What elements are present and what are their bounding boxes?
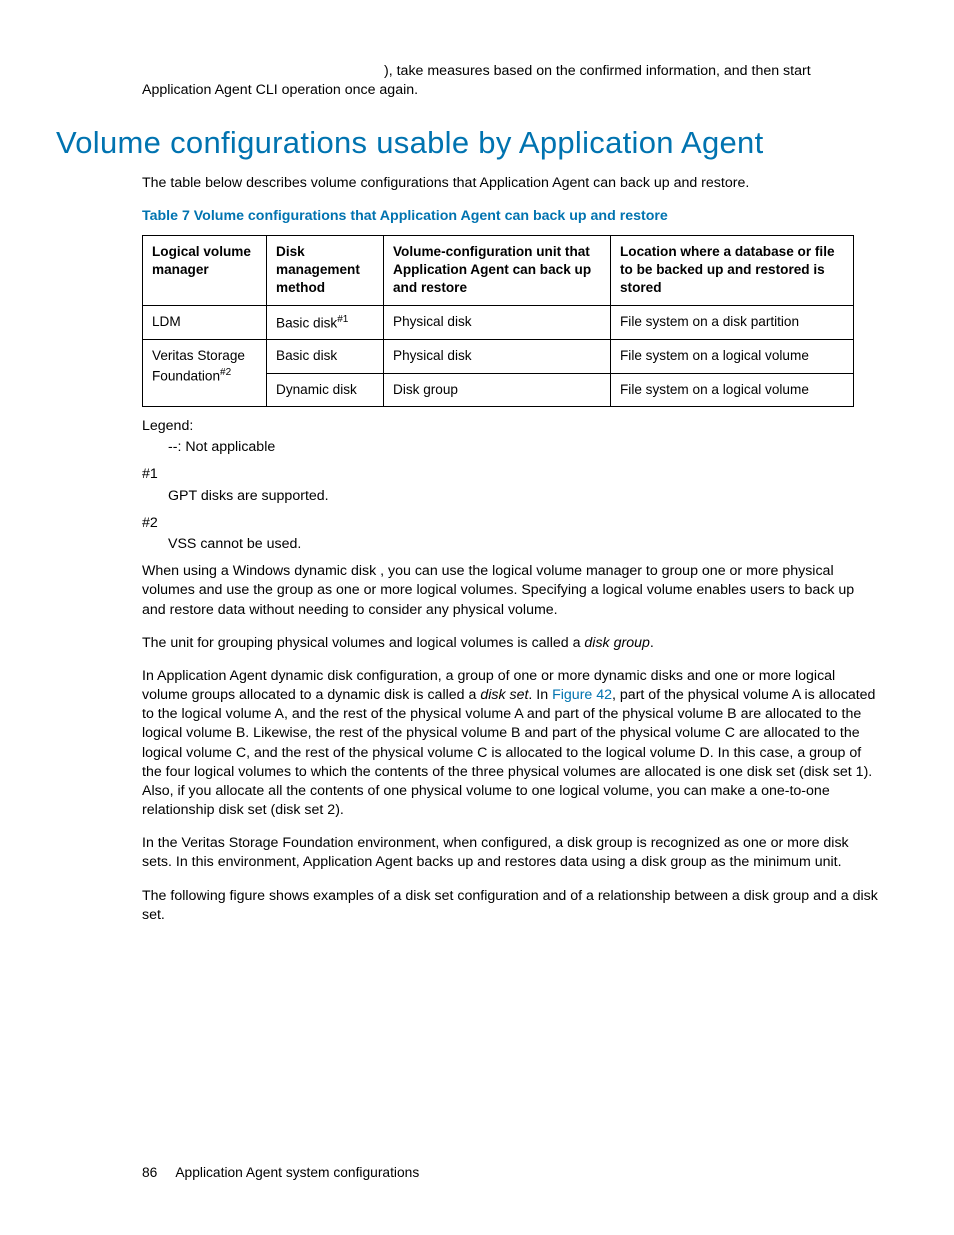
page-footer: 86 Application Agent system configuration… <box>142 1164 419 1183</box>
text: . <box>650 635 654 651</box>
emphasis: disk set <box>480 687 528 703</box>
paragraph: In the Veritas Storage Foundation enviro… <box>142 834 878 872</box>
figure-link[interactable]: Figure 42 <box>552 687 612 703</box>
cell: Physical disk <box>384 305 611 340</box>
cell: File system on a logical volume <box>611 373 854 406</box>
section-heading: Volume configurations usable by Applicat… <box>56 122 898 164</box>
table-row: Veritas Storage Foundation#2 Basic disk … <box>143 340 854 373</box>
table-caption: Table 7 Volume configurations that Appli… <box>142 207 878 226</box>
intro-text: ), take measures based on the confirmed … <box>142 62 878 100</box>
emphasis: disk group <box>584 635 649 651</box>
cell: File system on a disk partition <box>611 305 854 340</box>
footer-title: Application Agent system configurations <box>175 1165 419 1180</box>
col-header: Disk management method <box>267 235 384 305</box>
paragraph: When using a Windows dynamic disk , you … <box>142 562 878 620</box>
cell: Basic disk <box>267 340 384 373</box>
section-body: The table below describes volume configu… <box>142 174 878 925</box>
table-row: LDM Basic disk#1 Physical disk File syst… <box>143 305 854 340</box>
volume-config-table: Logical volume manager Disk management m… <box>142 235 854 408</box>
col-header: Volume-configuration unit that Applicati… <box>384 235 611 305</box>
cell: LDM <box>143 305 267 340</box>
cell: Physical disk <box>384 340 611 373</box>
cell: Dynamic disk <box>267 373 384 406</box>
cell: Basic disk#1 <box>267 305 384 340</box>
footnote-2-body: VSS cannot be used. <box>168 535 878 554</box>
intro-fragment: ), take measures based on the confirmed … <box>142 62 878 100</box>
superscript: #2 <box>220 367 231 378</box>
cell: Disk group <box>384 373 611 406</box>
paragraph: The following figure shows examples of a… <box>142 887 878 925</box>
col-header: Location where a database or file to be … <box>611 235 854 305</box>
lead-paragraph: The table below describes volume configu… <box>142 174 878 193</box>
cell-text: Basic disk <box>276 315 337 330</box>
footnote-1-body: GPT disks are supported. <box>168 487 878 506</box>
cell: Veritas Storage Foundation#2 <box>143 340 267 407</box>
col-header: Logical volume manager <box>143 235 267 305</box>
text: , part of the physical volume A is alloc… <box>142 687 875 818</box>
superscript: #1 <box>337 314 348 325</box>
text: The unit for grouping physical volumes a… <box>142 635 584 651</box>
legend-na: --: Not applicable <box>168 438 878 457</box>
paragraph: In Application Agent dynamic disk config… <box>142 667 878 820</box>
footnote-1-label: #1 <box>142 465 878 484</box>
page: ), take measures based on the confirmed … <box>0 0 954 1235</box>
footnote-2-label: #2 <box>142 514 878 533</box>
table-header-row: Logical volume manager Disk management m… <box>143 235 854 305</box>
paragraph: The unit for grouping physical volumes a… <box>142 634 878 653</box>
legend-label: Legend: <box>142 417 878 436</box>
cell: File system on a logical volume <box>611 340 854 373</box>
page-number: 86 <box>142 1164 157 1183</box>
text: . In <box>528 687 552 703</box>
